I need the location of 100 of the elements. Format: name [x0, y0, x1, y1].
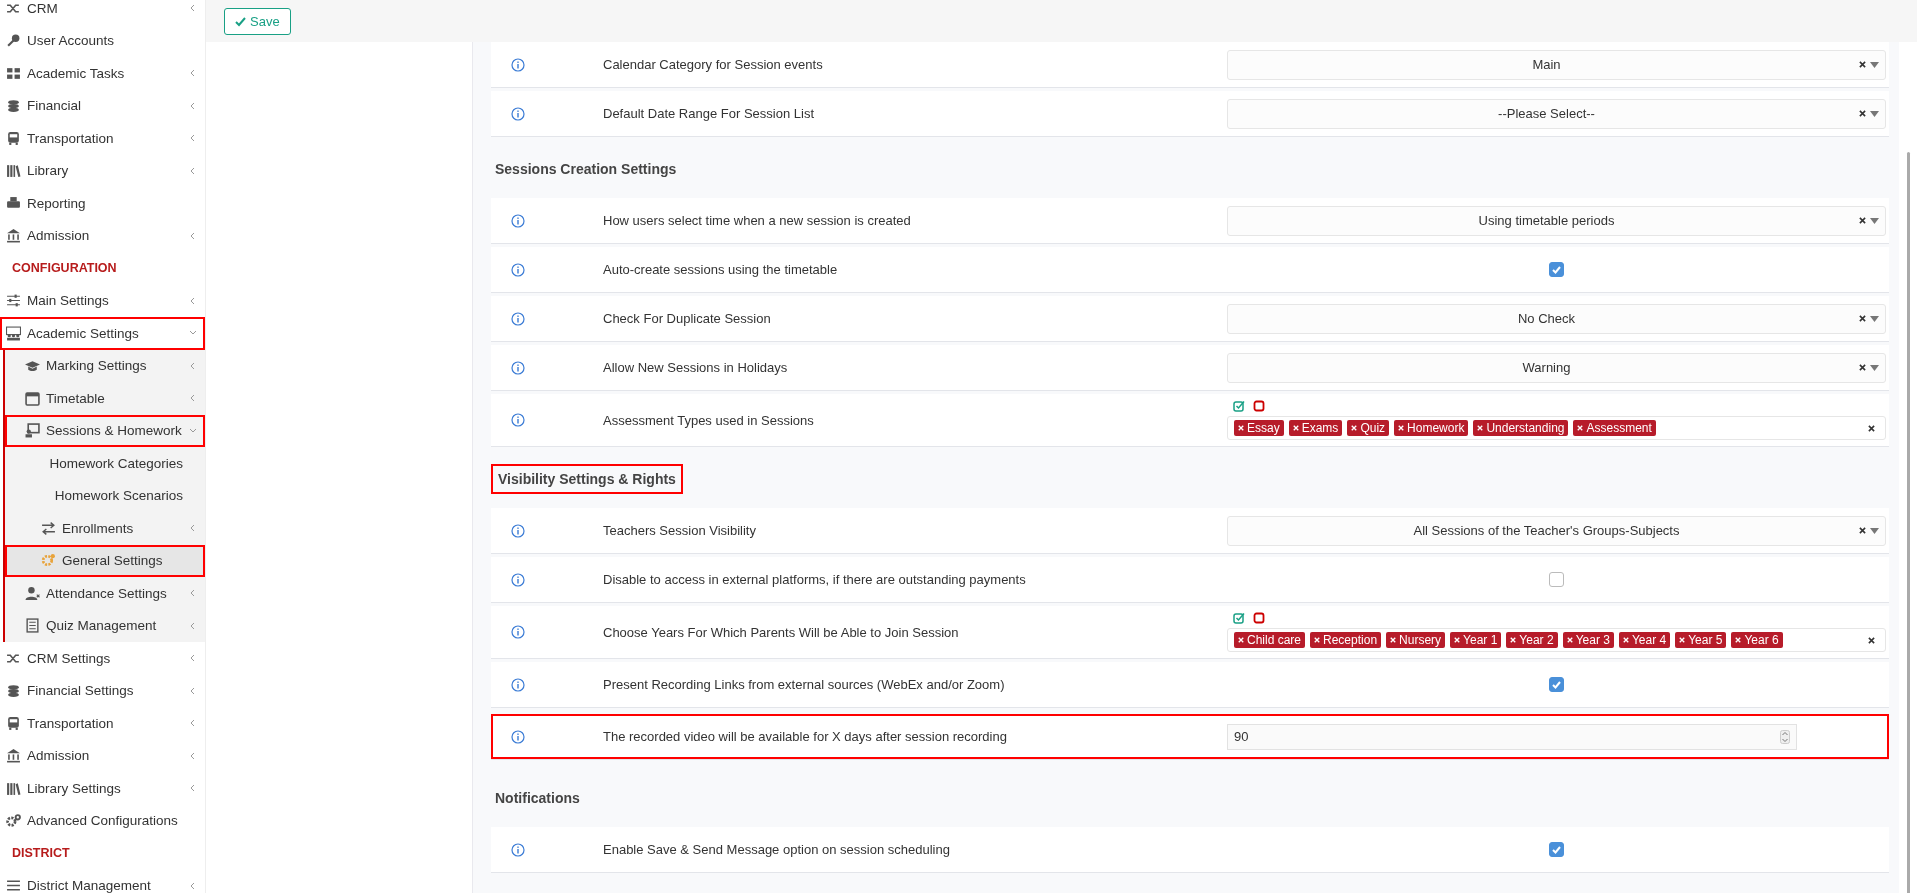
clear-icon[interactable]: [1859, 110, 1866, 117]
info-icon[interactable]: [511, 262, 525, 277]
info-icon[interactable]: [511, 572, 525, 587]
select-field[interactable]: Using timetable periods: [1227, 205, 1886, 236]
sidebar-item[interactable]: General Settings: [5, 544, 205, 577]
tag[interactable]: Assessment: [1573, 420, 1656, 436]
sidebar-item[interactable]: Marking Settings: [5, 349, 205, 382]
select-field[interactable]: Warning: [1227, 352, 1886, 383]
sidebar-item[interactable]: Quiz Management: [5, 609, 205, 642]
tag[interactable]: Homework: [1394, 420, 1469, 436]
sidebar-item[interactable]: Academic Tasks: [0, 57, 205, 90]
remove-icon[interactable]: [1390, 637, 1397, 643]
clear-icon[interactable]: [1868, 636, 1875, 644]
tag[interactable]: Child care: [1234, 632, 1306, 648]
sidebar-item[interactable]: Admission: [0, 219, 205, 252]
clear-icon[interactable]: [1859, 61, 1866, 68]
tag[interactable]: Quiz: [1347, 420, 1390, 436]
remove-icon[interactable]: [1238, 425, 1244, 431]
sidebar-item[interactable]: Library Settings: [0, 772, 205, 805]
caret-icon[interactable]: [1870, 110, 1879, 117]
select-field[interactable]: No Check: [1227, 303, 1886, 334]
tag[interactable]: Year 3: [1562, 632, 1614, 648]
clear-icon[interactable]: [1868, 424, 1875, 432]
info-icon[interactable]: [511, 729, 525, 744]
sidebar-item[interactable]: Enrollments: [5, 512, 205, 545]
sidebar-item[interactable]: District Management: [0, 869, 205, 893]
tag-field[interactable]: Child care Reception Nursery Year 1 Year 2 Year 3 Year 4 Year 5 Year 6: [1227, 628, 1886, 652]
remove-icon[interactable]: [1292, 425, 1299, 431]
clear-icon[interactable]: [1859, 315, 1866, 322]
checkbox[interactable]: [1549, 262, 1564, 277]
clear-icon[interactable]: [1859, 217, 1866, 224]
sidebar-item[interactable]: Attendance Settings: [5, 577, 205, 610]
tag[interactable]: Year 5: [1675, 632, 1727, 648]
info-icon[interactable]: [511, 360, 525, 375]
select-field[interactable]: All Sessions of the Teacher's Groups-Subjects: [1227, 515, 1886, 546]
tag[interactable]: Year 1: [1450, 632, 1502, 648]
sidebar-item[interactable]: Homework Categories: [5, 447, 205, 480]
checkbox[interactable]: [1549, 842, 1564, 857]
caret-icon[interactable]: [1870, 364, 1879, 371]
remove-icon[interactable]: [1238, 637, 1244, 643]
scrollbar-thumb[interactable]: [1906, 152, 1910, 893]
select-all-icon[interactable]: [1233, 400, 1245, 412]
select-all-icon[interactable]: [1233, 612, 1245, 624]
tag[interactable]: Nursery: [1386, 632, 1446, 648]
tag[interactable]: Essay: [1234, 420, 1284, 436]
caret-icon[interactable]: [1870, 315, 1879, 322]
deselect-all-icon[interactable]: [1253, 400, 1265, 412]
info-icon[interactable]: [511, 213, 525, 228]
caret-icon[interactable]: [1870, 527, 1879, 534]
remove-icon[interactable]: [1398, 425, 1405, 431]
sidebar-item[interactable]: Library: [0, 154, 205, 187]
tag[interactable]: Year 4: [1618, 632, 1671, 648]
remove-icon[interactable]: [1577, 425, 1584, 431]
info-icon[interactable]: [511, 106, 525, 121]
sidebar-item[interactable]: Admission: [0, 739, 205, 772]
tag[interactable]: Year 2: [1506, 632, 1558, 648]
sidebar-item[interactable]: Financial Settings: [0, 674, 205, 707]
info-icon[interactable]: [511, 625, 525, 639]
checkbox[interactable]: [1549, 677, 1564, 692]
sidebar-item[interactable]: CRM: [0, 0, 205, 25]
info-icon[interactable]: [511, 413, 525, 427]
tag[interactable]: Exams: [1288, 420, 1343, 436]
caret-icon[interactable]: [1870, 61, 1879, 68]
remove-icon[interactable]: [1477, 425, 1484, 431]
select-field[interactable]: Main: [1227, 49, 1886, 80]
deselect-all-icon[interactable]: [1253, 612, 1265, 624]
clear-icon[interactable]: [1859, 364, 1866, 371]
sidebar-item[interactable]: CRM Settings: [0, 642, 205, 675]
clear-icon[interactable]: [1859, 527, 1866, 534]
sidebar-item[interactable]: Timetable: [5, 382, 205, 415]
tag[interactable]: Understanding: [1473, 420, 1569, 436]
sidebar-item[interactable]: Academic Settings: [0, 317, 205, 350]
remove-icon[interactable]: [1735, 637, 1742, 643]
remove-icon[interactable]: [1314, 637, 1321, 643]
remove-icon[interactable]: [1622, 637, 1629, 643]
remove-icon[interactable]: [1351, 425, 1358, 431]
remove-icon[interactable]: [1679, 637, 1686, 643]
remove-icon[interactable]: [1510, 637, 1517, 643]
sidebar-item[interactable]: Homework Scenarios: [5, 479, 205, 512]
sidebar-item[interactable]: Transportation: [0, 122, 205, 155]
sidebar-item[interactable]: Sessions & Homework: [5, 414, 205, 447]
tag-field[interactable]: Essay Exams Quiz Homework Understanding Assessment: [1227, 416, 1886, 440]
sidebar-item[interactable]: Reporting: [0, 187, 205, 220]
remove-icon[interactable]: [1566, 637, 1573, 643]
info-icon[interactable]: [511, 57, 525, 72]
remove-icon[interactable]: [1454, 637, 1461, 643]
sidebar-item[interactable]: User Accounts: [0, 24, 205, 57]
tag[interactable]: Reception: [1310, 632, 1382, 648]
info-icon[interactable]: [511, 677, 525, 692]
checkbox[interactable]: [1549, 572, 1564, 587]
select-field[interactable]: --Please Select--: [1227, 98, 1886, 129]
sidebar-item[interactable]: Advanced Configurations: [0, 804, 205, 837]
info-icon[interactable]: [511, 523, 525, 538]
number-field[interactable]: 90: [1227, 723, 1797, 750]
sidebar-item[interactable]: Financial: [0, 89, 205, 122]
info-icon[interactable]: [511, 311, 525, 326]
info-icon[interactable]: [511, 842, 525, 857]
sidebar-item[interactable]: Main Settings: [0, 284, 205, 317]
sidebar-item[interactable]: Transportation: [0, 707, 205, 740]
tag[interactable]: Year 6: [1731, 632, 1783, 648]
